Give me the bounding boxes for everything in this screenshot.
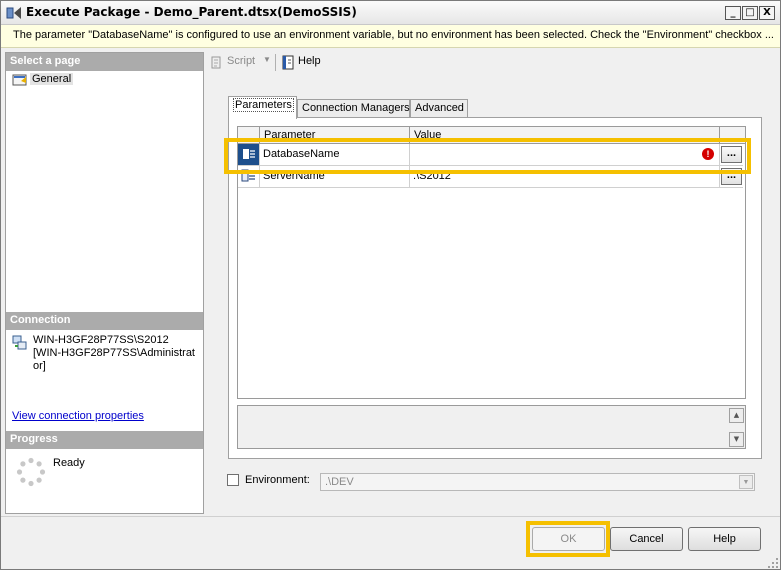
tab-connection-managers[interactable]: Connection Managers — [297, 99, 410, 118]
maximize-button[interactable]: □ — [742, 6, 758, 20]
environment-selected-value: .\DEV — [325, 476, 354, 488]
title-bar: Execute Package - Demo_Parent.dtsx(DemoS… — [1, 1, 780, 25]
column-header-value[interactable]: Value — [410, 127, 720, 144]
parameter-icon — [241, 147, 256, 162]
parameter-name-cell[interactable]: DatabaseName — [260, 144, 410, 166]
connection-user: [WIN-H3GF28P77SS\Administrator] — [33, 347, 195, 372]
help-button[interactable]: Help — [688, 527, 761, 551]
script-dropdown-arrow-icon[interactable]: ▼ — [263, 55, 271, 64]
ok-button[interactable]: OK — [532, 527, 605, 551]
parameter-name-cell[interactable]: ServerName — [260, 166, 410, 188]
row-button-cell: ... — [720, 166, 743, 188]
progress-status: Ready — [53, 457, 85, 469]
execute-package-dialog: Execute Package - Demo_Parent.dtsx(DemoS… — [0, 0, 781, 570]
cancel-button[interactable]: Cancel — [610, 527, 683, 551]
page-icon — [12, 74, 27, 86]
help-toolbar-button[interactable]: Help — [281, 55, 321, 70]
left-panel: Select a page General Connection WIN-H3G… — [5, 52, 204, 514]
resize-grip-icon[interactable] — [767, 557, 779, 569]
table-row-servername[interactable]: ServerName .\S2012 ... — [238, 166, 745, 188]
environment-select[interactable]: .\DEV ▼ — [320, 473, 755, 491]
select-page-header: Select a page — [6, 53, 203, 71]
tab-parameters[interactable]: Parameters — [228, 96, 297, 119]
script-label: Script — [227, 55, 256, 67]
footer-divider — [1, 516, 780, 517]
parameter-icon — [241, 169, 255, 182]
tab-advanced-label: Advanced — [415, 102, 464, 114]
info-message-bar: The parameter "DatabaseName" is configur… — [1, 25, 780, 48]
environment-label: Environment: — [245, 474, 310, 486]
grid-header-rowhead — [238, 127, 260, 144]
close-button[interactable]: X — [759, 6, 775, 20]
environment-checkbox[interactable] — [227, 474, 239, 486]
row-icon-cell — [238, 144, 260, 166]
connection-header: Connection — [6, 312, 203, 330]
tab-connection-managers-label: Connection Managers — [302, 102, 410, 114]
page-item-general[interactable]: General — [10, 73, 75, 89]
help-book-icon — [282, 55, 294, 70]
parameter-description-box: ▲ ▼ — [237, 405, 746, 449]
script-button[interactable]: Script — [209, 55, 256, 69]
row-button-cell: ... — [720, 144, 743, 166]
grid-header: Parameter Value — [238, 127, 745, 144]
server-connection-icon — [12, 335, 27, 350]
window-title: Execute Package - Demo_Parent.dtsx(DemoS… — [26, 5, 357, 19]
page-item-label: General — [30, 73, 74, 85]
edit-value-ellipsis-button[interactable]: ... — [721, 168, 742, 185]
parameters-grid: Parameter Value DatabaseName ! ... Serve… — [237, 126, 746, 399]
parameter-value-cell[interactable] — [410, 144, 720, 166]
script-icon — [211, 56, 221, 69]
connection-server: WIN-H3GF28P77SS\S2012 — [33, 334, 169, 346]
progress-header: Progress — [6, 431, 203, 449]
tab-parameters-label: Parameters — [233, 98, 294, 112]
package-icon — [6, 7, 21, 19]
view-connection-properties-link[interactable]: View connection properties — [12, 410, 144, 422]
error-icon: ! — [702, 148, 714, 160]
row-icon-cell — [238, 166, 260, 188]
chevron-down-icon[interactable]: ▼ — [739, 475, 753, 489]
scroll-down-icon[interactable]: ▼ — [729, 432, 744, 447]
parameter-value-cell[interactable]: .\S2012 — [410, 166, 720, 188]
toolbar: Script ▼ Help — [205, 52, 778, 74]
progress-spinner-icon — [16, 457, 46, 487]
table-row-databasename[interactable]: DatabaseName ! ... — [238, 144, 745, 166]
toolbar-separator — [275, 54, 276, 71]
tab-advanced[interactable]: Advanced — [410, 99, 468, 118]
help-toolbar-label: Help — [298, 55, 321, 67]
scroll-up-icon[interactable]: ▲ — [729, 408, 744, 423]
edit-value-ellipsis-button[interactable]: ... — [721, 146, 742, 163]
minimize-button[interactable]: _ — [725, 6, 741, 20]
column-header-parameter[interactable]: Parameter — [260, 127, 410, 144]
